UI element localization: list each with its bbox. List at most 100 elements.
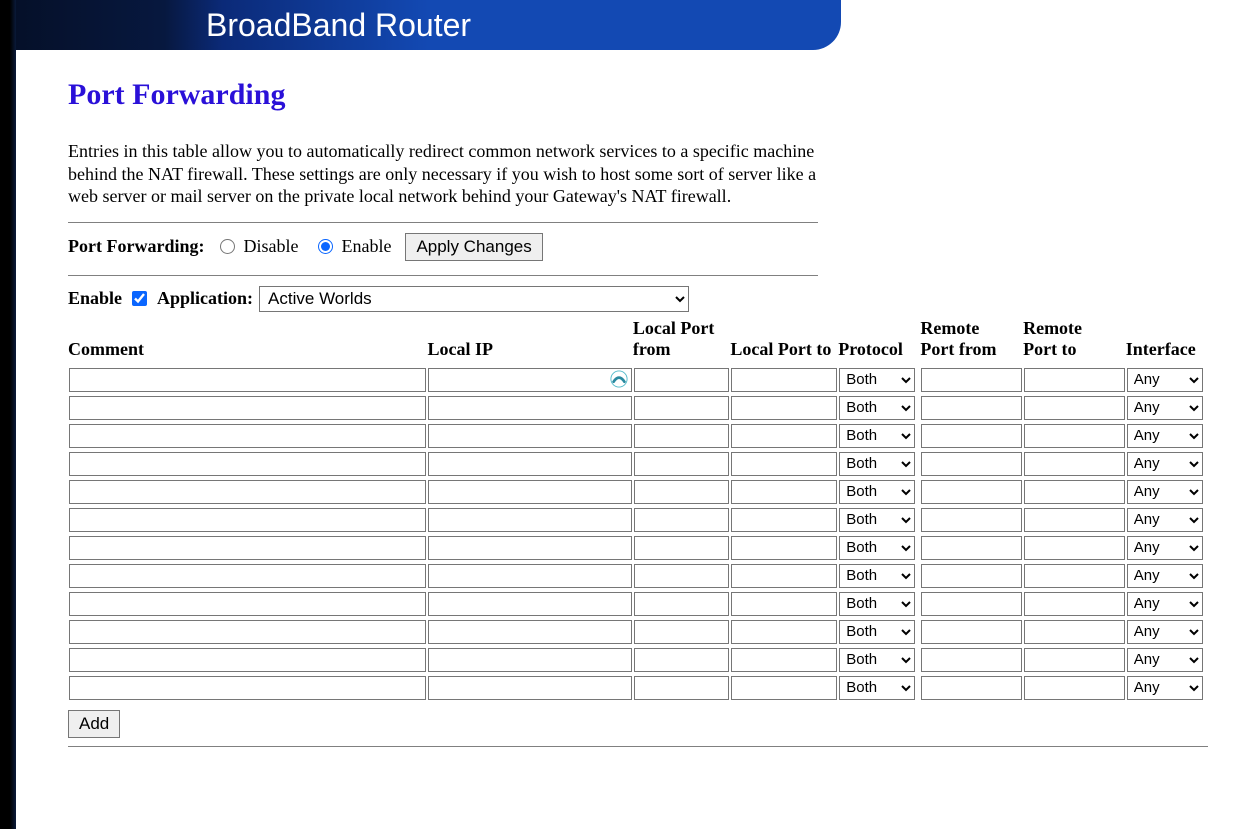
remote-port-to-input[interactable]: [1024, 536, 1125, 560]
remote-port-to-input[interactable]: [1024, 480, 1125, 504]
local-ip-input[interactable]: [428, 676, 631, 700]
local-ip-input[interactable]: [428, 592, 631, 616]
interface-select[interactable]: Any: [1127, 396, 1203, 420]
comment-input[interactable]: [69, 480, 426, 504]
comment-input[interactable]: [69, 648, 426, 672]
local-port-from-input[interactable]: [634, 676, 730, 700]
comment-input[interactable]: [69, 396, 426, 420]
remote-port-from-input[interactable]: [921, 592, 1022, 616]
remote-port-from-input[interactable]: [921, 620, 1022, 644]
interface-select[interactable]: Any: [1127, 648, 1203, 672]
local-ip-input[interactable]: [428, 508, 631, 532]
local-port-from-input[interactable]: [634, 564, 730, 588]
remote-port-from-input[interactable]: [921, 508, 1022, 532]
protocol-select[interactable]: Both: [839, 592, 915, 616]
local-port-to-input[interactable]: [731, 592, 837, 616]
remote-port-to-input[interactable]: [1024, 564, 1125, 588]
local-port-from-input[interactable]: [634, 452, 730, 476]
interface-select[interactable]: Any: [1127, 508, 1203, 532]
local-ip-input[interactable]: [428, 452, 631, 476]
protocol-select[interactable]: Both: [839, 508, 915, 532]
local-port-to-input[interactable]: [731, 620, 837, 644]
local-port-from-input[interactable]: [634, 480, 730, 504]
interface-select[interactable]: Any: [1127, 676, 1203, 700]
local-port-to-input[interactable]: [731, 424, 837, 448]
local-port-to-input[interactable]: [731, 452, 837, 476]
interface-select[interactable]: Any: [1127, 452, 1203, 476]
pf-disable-radio[interactable]: [220, 239, 235, 254]
local-port-from-input[interactable]: [634, 592, 730, 616]
protocol-select[interactable]: Both: [839, 536, 915, 560]
remote-port-to-input[interactable]: [1024, 620, 1125, 644]
enable-checkbox[interactable]: [132, 291, 147, 306]
comment-input[interactable]: [69, 424, 426, 448]
application-select[interactable]: Active Worlds: [259, 286, 689, 312]
interface-select[interactable]: Any: [1127, 424, 1203, 448]
comment-input[interactable]: [69, 536, 426, 560]
comment-input[interactable]: [69, 676, 426, 700]
local-port-to-input[interactable]: [731, 396, 837, 420]
local-port-to-input[interactable]: [731, 368, 837, 392]
interface-select[interactable]: Any: [1127, 536, 1203, 560]
protocol-select[interactable]: Both: [839, 620, 915, 644]
local-port-to-input[interactable]: [731, 480, 837, 504]
interface-select[interactable]: Any: [1127, 564, 1203, 588]
interface-select[interactable]: Any: [1127, 592, 1203, 616]
local-ip-input[interactable]: [428, 620, 631, 644]
local-ip-input[interactable]: [428, 480, 631, 504]
remote-port-to-input[interactable]: [1024, 508, 1125, 532]
local-port-from-input[interactable]: [634, 648, 730, 672]
protocol-select[interactable]: Both: [839, 564, 915, 588]
protocol-select[interactable]: Both: [839, 368, 915, 392]
local-port-from-input[interactable]: [634, 368, 730, 392]
remote-port-to-input[interactable]: [1024, 396, 1125, 420]
local-ip-input[interactable]: [428, 648, 631, 672]
local-ip-input[interactable]: [428, 396, 631, 420]
local-port-to-input[interactable]: [731, 564, 837, 588]
protocol-select[interactable]: Both: [839, 396, 915, 420]
local-ip-input[interactable]: [428, 564, 631, 588]
remote-port-from-input[interactable]: [921, 564, 1022, 588]
comment-input[interactable]: [69, 508, 426, 532]
local-port-from-input[interactable]: [634, 396, 730, 420]
local-port-to-input[interactable]: [731, 676, 837, 700]
remote-port-to-input[interactable]: [1024, 424, 1125, 448]
comment-input[interactable]: [69, 452, 426, 476]
local-ip-input[interactable]: [428, 536, 631, 560]
local-ip-input[interactable]: [428, 424, 631, 448]
protocol-select[interactable]: Both: [839, 480, 915, 504]
local-port-from-input[interactable]: [634, 424, 730, 448]
remote-port-to-input[interactable]: [1024, 648, 1125, 672]
remote-port-to-input[interactable]: [1024, 368, 1125, 392]
comment-input[interactable]: [69, 564, 426, 588]
local-port-from-input[interactable]: [634, 536, 730, 560]
comment-input[interactable]: [69, 592, 426, 616]
remote-port-from-input[interactable]: [921, 368, 1022, 392]
pf-enable-radio[interactable]: [318, 239, 333, 254]
apply-changes-button[interactable]: Apply Changes: [405, 233, 542, 261]
comment-input[interactable]: [69, 368, 426, 392]
protocol-select[interactable]: Both: [839, 676, 915, 700]
remote-port-from-input[interactable]: [921, 396, 1022, 420]
remote-port-from-input[interactable]: [921, 676, 1022, 700]
remote-port-to-input[interactable]: [1024, 592, 1125, 616]
protocol-select[interactable]: Both: [839, 452, 915, 476]
interface-select[interactable]: Any: [1127, 620, 1203, 644]
local-port-to-input[interactable]: [731, 508, 837, 532]
local-port-from-input[interactable]: [634, 620, 730, 644]
remote-port-from-input[interactable]: [921, 536, 1022, 560]
remote-port-from-input[interactable]: [921, 648, 1022, 672]
remote-port-to-input[interactable]: [1024, 452, 1125, 476]
remote-port-from-input[interactable]: [921, 480, 1022, 504]
interface-select[interactable]: Any: [1127, 368, 1203, 392]
local-port-to-input[interactable]: [731, 648, 837, 672]
remote-port-from-input[interactable]: [921, 452, 1022, 476]
protocol-select[interactable]: Both: [839, 648, 915, 672]
local-ip-input[interactable]: [428, 368, 631, 392]
remote-port-to-input[interactable]: [1024, 676, 1125, 700]
add-button[interactable]: Add: [68, 710, 120, 738]
interface-select[interactable]: Any: [1127, 480, 1203, 504]
protocol-select[interactable]: Both: [839, 424, 915, 448]
local-port-to-input[interactable]: [731, 536, 837, 560]
comment-input[interactable]: [69, 620, 426, 644]
